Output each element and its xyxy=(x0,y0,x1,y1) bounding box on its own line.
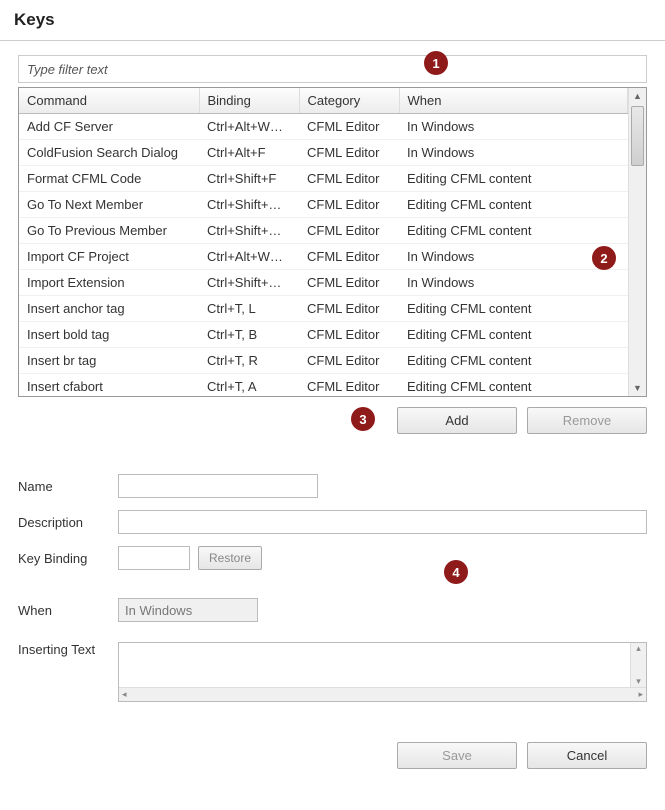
cell-command: Add CF Server xyxy=(19,114,199,140)
remove-button[interactable]: Remove xyxy=(527,407,647,434)
table-row[interactable]: Format CFML CodeCtrl+Shift+FCFML EditorE… xyxy=(19,166,628,192)
textarea-scroll-vertical[interactable]: ▴ ▾ xyxy=(630,643,646,687)
cell-category: CFML Editor xyxy=(299,244,399,270)
cell-category: CFML Editor xyxy=(299,270,399,296)
scroll-down-icon[interactable]: ▾ xyxy=(631,676,646,687)
description-label: Description xyxy=(18,515,118,530)
save-button[interactable]: Save xyxy=(397,742,517,769)
cell-command: Insert anchor tag xyxy=(19,296,199,322)
cell-when: In Windows xyxy=(399,270,628,296)
table-row[interactable]: Insert bold tagCtrl+T, BCFML EditorEditi… xyxy=(19,322,628,348)
cell-category: CFML Editor xyxy=(299,218,399,244)
col-category[interactable]: Category xyxy=(299,88,399,114)
cell-when: Editing CFML content xyxy=(399,374,628,397)
cell-category: CFML Editor xyxy=(299,348,399,374)
cell-command: Import CF Project xyxy=(19,244,199,270)
table-row[interactable]: Insert cfabortCtrl+T, ACFML EditorEditin… xyxy=(19,374,628,397)
cell-binding: Ctrl+Shift+… xyxy=(199,270,299,296)
table-row[interactable]: Go To Previous MemberCtrl+Shift+…CFML Ed… xyxy=(19,218,628,244)
cell-command: Go To Previous Member xyxy=(19,218,199,244)
cell-binding: Ctrl+Alt+W… xyxy=(199,114,299,140)
cell-when: Editing CFML content xyxy=(399,166,628,192)
cell-command: Insert br tag xyxy=(19,348,199,374)
cell-when: In Windows xyxy=(399,140,628,166)
cell-category: CFML Editor xyxy=(299,296,399,322)
callout-2: 2 xyxy=(592,246,616,270)
cell-category: CFML Editor xyxy=(299,322,399,348)
cell-when: Editing CFML content xyxy=(399,296,628,322)
cell-category: CFML Editor xyxy=(299,114,399,140)
table-header-row: Command Binding Category When xyxy=(19,88,628,114)
cell-when: Editing CFML content xyxy=(399,192,628,218)
table-row[interactable]: Import CF ProjectCtrl+Alt+W…CFML EditorI… xyxy=(19,244,628,270)
cell-when: In Windows xyxy=(399,114,628,140)
cell-binding: Ctrl+T, A xyxy=(199,374,299,397)
cell-when: Editing CFML content xyxy=(399,218,628,244)
keys-table: Command Binding Category When Add CF Ser… xyxy=(18,87,647,397)
dialog-header: Keys xyxy=(0,0,665,41)
cell-command: Go To Next Member xyxy=(19,192,199,218)
inserting-text-field[interactable]: ▴ ▾ ◂ ▸ xyxy=(118,642,647,702)
callout-1: 1 xyxy=(424,51,448,75)
cell-when: Editing CFML content xyxy=(399,322,628,348)
keybinding-label: Key Binding xyxy=(18,551,118,566)
cell-command: ColdFusion Search Dialog xyxy=(19,140,199,166)
cancel-button[interactable]: Cancel xyxy=(527,742,647,769)
table-row[interactable]: Insert br tagCtrl+T, RCFML EditorEditing… xyxy=(19,348,628,374)
scroll-right-icon[interactable]: ▸ xyxy=(638,689,643,700)
cell-binding: Ctrl+T, R xyxy=(199,348,299,374)
restore-button[interactable]: Restore xyxy=(198,546,262,570)
scroll-up-icon[interactable]: ▴ xyxy=(631,643,646,654)
table-row[interactable]: ColdFusion Search DialogCtrl+Alt+FCFML E… xyxy=(19,140,628,166)
cell-command: Insert cfabort xyxy=(19,374,199,397)
cell-command: Insert bold tag xyxy=(19,322,199,348)
cell-command: Import Extension xyxy=(19,270,199,296)
col-command[interactable]: Command xyxy=(19,88,199,114)
filter-input[interactable] xyxy=(18,55,647,83)
inserting-text-label: Inserting Text xyxy=(18,642,118,657)
col-when[interactable]: When xyxy=(399,88,628,114)
table-row[interactable]: Add CF ServerCtrl+Alt+W…CFML EditorIn Wi… xyxy=(19,114,628,140)
keybinding-field[interactable] xyxy=(118,546,190,570)
description-field[interactable] xyxy=(118,510,647,534)
cell-when: Editing CFML content xyxy=(399,348,628,374)
cell-binding: Ctrl+Shift+F xyxy=(199,166,299,192)
scroll-down-icon[interactable]: ▼ xyxy=(629,380,646,396)
scroll-thumb[interactable] xyxy=(631,106,644,166)
name-field[interactable] xyxy=(118,474,318,498)
callout-4: 4 xyxy=(444,560,468,584)
cell-binding: Ctrl+T, B xyxy=(199,322,299,348)
scroll-left-icon[interactable]: ◂ xyxy=(122,689,127,700)
cell-binding: Ctrl+Alt+W… xyxy=(199,244,299,270)
scroll-up-icon[interactable]: ▲ xyxy=(629,88,646,104)
cell-category: CFML Editor xyxy=(299,166,399,192)
table-row[interactable]: Go To Next MemberCtrl+Shift+…CFML Editor… xyxy=(19,192,628,218)
cell-binding: Ctrl+T, L xyxy=(199,296,299,322)
textarea-scroll-horizontal[interactable]: ◂ ▸ xyxy=(119,687,646,701)
cell-category: CFML Editor xyxy=(299,192,399,218)
cell-binding: Ctrl+Alt+F xyxy=(199,140,299,166)
page-title: Keys xyxy=(14,10,651,30)
name-label: Name xyxy=(18,479,118,494)
cell-command: Format CFML Code xyxy=(19,166,199,192)
cell-binding: Ctrl+Shift+… xyxy=(199,192,299,218)
table-row[interactable]: Import ExtensionCtrl+Shift+…CFML EditorI… xyxy=(19,270,628,296)
cell-category: CFML Editor xyxy=(299,140,399,166)
cell-binding: Ctrl+Shift+… xyxy=(199,218,299,244)
add-button[interactable]: Add xyxy=(397,407,517,434)
col-binding[interactable]: Binding xyxy=(199,88,299,114)
when-label: When xyxy=(18,603,118,618)
callout-3: 3 xyxy=(351,407,375,431)
table-row[interactable]: Insert anchor tagCtrl+T, LCFML EditorEdi… xyxy=(19,296,628,322)
cell-category: CFML Editor xyxy=(299,374,399,397)
scrollbar-vertical[interactable]: ▲ ▼ xyxy=(628,88,646,396)
when-field[interactable] xyxy=(118,598,258,622)
